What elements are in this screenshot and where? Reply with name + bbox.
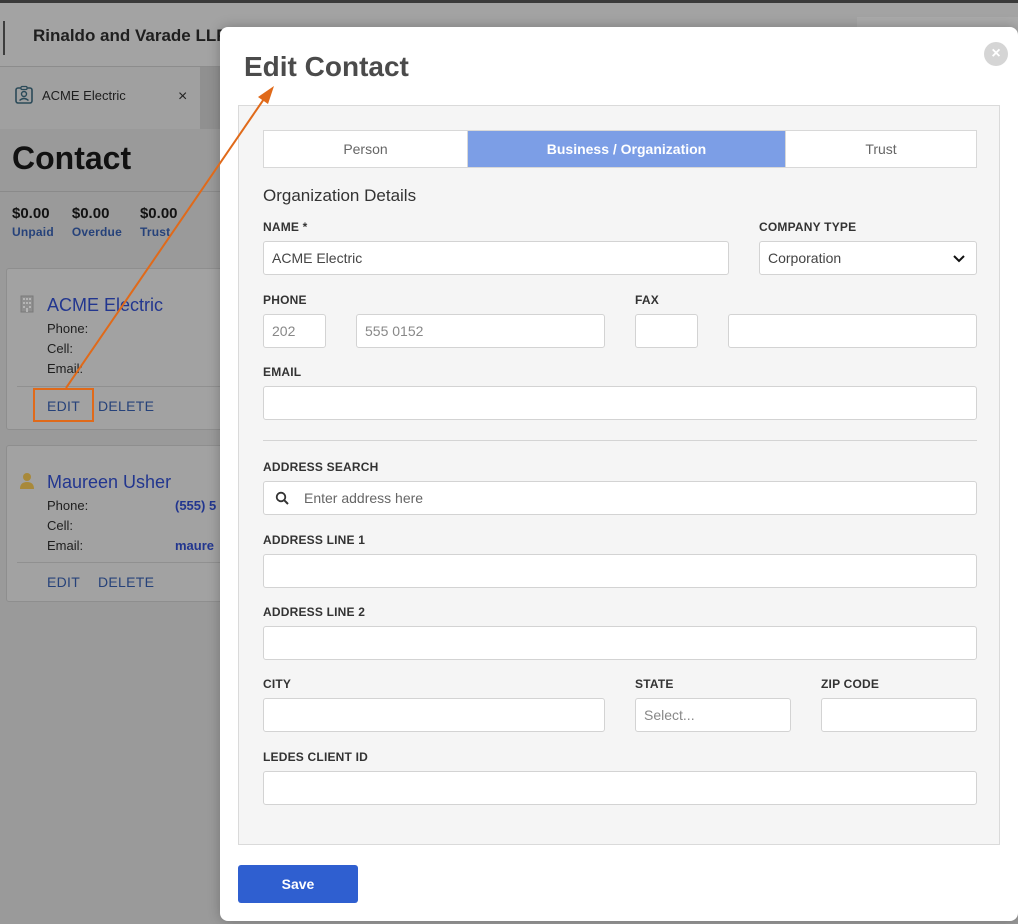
section-heading: Organization Details [263, 186, 417, 205]
header-divider [3, 21, 5, 55]
email-value[interactable]: maure [175, 538, 214, 553]
ledes-client-id-input[interactable] [263, 771, 977, 805]
address-line-1-input[interactable] [263, 554, 977, 588]
stat-trust: $0.00 Trust [140, 205, 178, 239]
edit-contact-modal: Edit Contact × Person Business / Organiz… [220, 27, 1018, 921]
zip-code-input[interactable] [821, 698, 977, 732]
chevron-down-icon [953, 255, 965, 263]
stat-amount: $0.00 [139, 205, 178, 222]
fax-label: FAX [635, 293, 659, 307]
address-search-placeholder: Enter address here [304, 490, 424, 506]
zip-code-label: ZIP CODE [821, 677, 880, 691]
cell-label: Cell: [47, 341, 74, 356]
phone-value[interactable]: (555) 5 [175, 498, 216, 513]
ledes-client-id-label: LEDES CLIENT ID [263, 750, 369, 764]
email-input[interactable] [263, 386, 977, 420]
phone-label: Phone: [47, 498, 89, 513]
state-label: STATE [635, 677, 674, 691]
delete-link[interactable]: DELETE [98, 398, 154, 414]
save-button[interactable]: Save [238, 865, 358, 903]
phone-number-input[interactable]: 555 0152 [356, 314, 605, 348]
address-line-2-input[interactable] [263, 626, 977, 660]
address-line-1-label: ADDRESS LINE 1 [263, 533, 366, 547]
title-divider [0, 191, 220, 192]
contact-name-link[interactable]: ACME Electric [47, 295, 163, 316]
name-label: NAME * [263, 220, 308, 234]
contact-name-link[interactable]: Maureen Usher [47, 472, 171, 493]
city-input[interactable] [263, 698, 605, 732]
address-search-label: ADDRESS SEARCH [263, 460, 379, 474]
building-icon [20, 295, 34, 313]
tab-acme-electric[interactable]: ACME Electric [14, 85, 126, 105]
stat-amount: $0.00 [12, 205, 50, 222]
stat-overdue: $0.00 Overdue [72, 205, 122, 239]
email-label: Email: [47, 361, 84, 376]
balance-stats: $0.00 Unpaid $0.00 Overdue $0.00 Trust [12, 205, 178, 239]
fax-number-input[interactable] [728, 314, 977, 348]
city-label: CITY [263, 677, 292, 691]
tab-label: ACME Electric [42, 87, 126, 103]
company-type-value: Corporation [768, 250, 842, 266]
card-divider [17, 386, 237, 387]
form-panel: Person Business / Organization Trust Org… [238, 105, 1000, 845]
email-label: Email: [47, 538, 84, 553]
stat-label[interactable]: Unpaid [12, 225, 54, 239]
edit-annotation-box [33, 388, 94, 422]
person-icon [20, 473, 34, 489]
name-input[interactable]: ACME Electric [263, 241, 729, 275]
stat-label[interactable]: Overdue [72, 225, 122, 239]
state-select[interactable]: Select... [635, 698, 791, 732]
tab-close-icon[interactable]: × [178, 89, 187, 105]
tab-scroll-area [200, 67, 220, 129]
section-divider [263, 440, 977, 441]
modal-title: Edit Contact [244, 51, 409, 82]
company-type-select[interactable]: Corporation [759, 241, 977, 275]
company-type-label: COMPANY TYPE [759, 220, 857, 234]
contact-card-maureen: Maureen Usher Phone: (555) 5 Cell: Email… [6, 445, 238, 602]
stat-label[interactable]: Trust [140, 225, 178, 239]
phone-label: PHONE [263, 293, 307, 307]
page-title: Contact [12, 140, 132, 176]
edit-link[interactable]: EDIT [47, 574, 80, 590]
stat-amount: $0.00 [71, 205, 110, 222]
card-divider [17, 562, 237, 563]
delete-link[interactable]: DELETE [98, 574, 154, 590]
address-line-2-label: ADDRESS LINE 2 [263, 605, 366, 619]
search-icon [275, 491, 289, 505]
firm-name: Rinaldo and Varade LLP [33, 26, 228, 45]
tab-person[interactable]: Person [264, 131, 468, 167]
contact-card-icon [15, 85, 33, 104]
email-label: EMAIL [263, 365, 302, 379]
close-icon[interactable]: × [984, 42, 1008, 66]
tab-business-organization[interactable]: Business / Organization [468, 131, 785, 167]
stat-unpaid: $0.00 Unpaid [12, 205, 54, 239]
tab-trust[interactable]: Trust [785, 131, 976, 167]
address-search-input[interactable]: Enter address here [263, 481, 977, 515]
cell-label: Cell: [47, 518, 74, 533]
fax-area-input[interactable] [635, 314, 698, 348]
contact-type-tabs: Person Business / Organization Trust [263, 130, 977, 168]
phone-label: Phone: [47, 321, 89, 336]
tab-bar: ACME Electric × [0, 67, 220, 129]
phone-area-input[interactable]: 202 [263, 314, 326, 348]
